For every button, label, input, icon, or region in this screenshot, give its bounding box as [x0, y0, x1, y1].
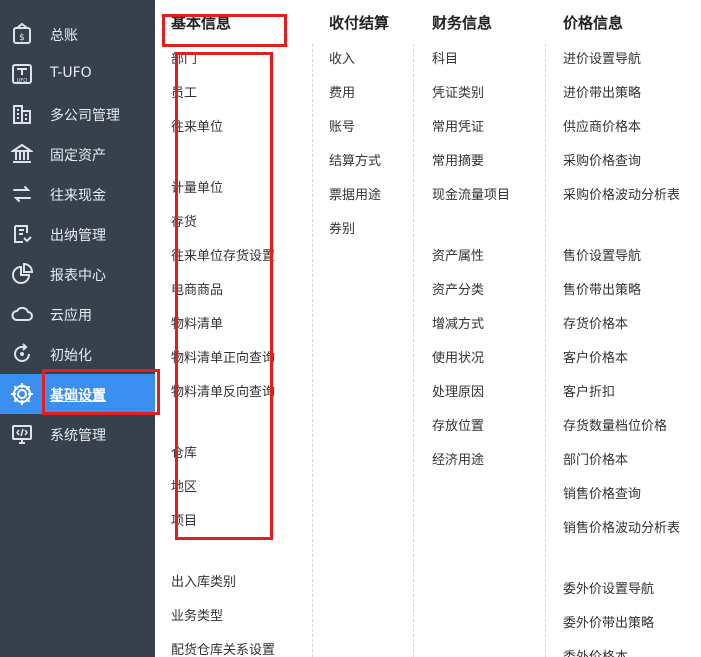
sidebar-item-label: 出纳管理: [50, 228, 106, 244]
sidebar-item-label: 多公司管理: [50, 108, 120, 124]
sidebar-nav: $ 总账 UFO T-UFO 多公司管理固定资产往来现金出纳管理报表中心云应用初始化基础…: [0, 0, 155, 657]
menu-link-price-info[interactable]: 供应商价格本: [563, 116, 641, 135]
sidebar-item-label: 云应用: [50, 308, 92, 324]
menu-link-basic-info[interactable]: 员工: [171, 82, 197, 101]
sidebar-item-label: 基础设置: [50, 388, 106, 404]
menu-link-basic-info[interactable]: 计量单位: [171, 177, 223, 196]
menu-link-basic-info[interactable]: 物料清单正向查询: [171, 347, 275, 366]
refresh-icon: [10, 342, 34, 366]
menu-link-financial-info[interactable]: 资产分类: [432, 279, 484, 298]
menu-link-price-info[interactable]: 进价设置导航: [563, 48, 641, 67]
menu-link-basic-info[interactable]: 出入库类别: [171, 571, 236, 590]
column-title-payment-settlement: 收付结算: [329, 14, 390, 32]
menu-link-payment-settlement[interactable]: 券别: [329, 218, 355, 237]
cashier-icon: [10, 222, 34, 246]
sidebar-item-label: 初始化: [50, 348, 92, 364]
bank-icon: [10, 142, 34, 166]
menu-link-financial-info[interactable]: 存放位置: [432, 415, 484, 434]
column-title-financial-info: 财务信息: [432, 14, 493, 32]
menu-link-price-info[interactable]: 售价设置导航: [563, 245, 641, 264]
menu-link-price-info[interactable]: 存货价格本: [563, 313, 628, 332]
column-divider: [312, 44, 313, 657]
menu-link-financial-info[interactable]: 处理原因: [432, 381, 484, 400]
menu-link-price-info[interactable]: 进价带出策略: [563, 82, 641, 101]
menu-link-financial-info[interactable]: 使用状况: [432, 347, 484, 366]
cloud-icon: [10, 302, 34, 326]
menu-link-basic-info[interactable]: 往来单位: [171, 116, 223, 135]
sidebar-item-label: 系统管理: [50, 428, 106, 444]
column-title-basic-info: 基本信息: [171, 14, 232, 32]
sidebar-item-label: T-UFO: [50, 65, 92, 81]
menu-link-basic-info[interactable]: 部门: [171, 48, 197, 67]
menu-link-basic-info[interactable]: 业务类型: [171, 605, 223, 624]
menu-link-financial-info[interactable]: 增减方式: [432, 313, 484, 332]
svg-text:$: $: [19, 33, 25, 43]
menu-link-basic-info[interactable]: 地区: [171, 476, 197, 495]
menu-link-price-info[interactable]: 存货数量档位价格: [563, 415, 667, 434]
sidebar-item-general-ledger[interactable]: $ 总账: [0, 14, 155, 54]
menu-link-basic-info[interactable]: 物料清单: [171, 313, 223, 332]
menu-link-price-info[interactable]: 客户折扣: [563, 381, 615, 400]
menu-link-basic-info[interactable]: 项目: [171, 510, 197, 529]
menu-link-basic-info[interactable]: 存货: [171, 211, 197, 230]
sidebar-item-t-ufo[interactable]: UFO T-UFO: [0, 54, 155, 94]
menu-link-price-info[interactable]: 销售价格查询: [563, 483, 641, 502]
sidebar-item-receivables-cash[interactable]: 往来现金: [0, 174, 155, 214]
menu-link-financial-info[interactable]: 常用摘要: [432, 150, 484, 169]
menu-link-basic-info[interactable]: 电商商品: [171, 279, 223, 298]
sidebar-item-label: 总账: [50, 28, 78, 44]
sidebar-item-system-management[interactable]: 系统管理: [0, 414, 155, 454]
menu-link-financial-info[interactable]: 科目: [432, 48, 458, 67]
menu-link-price-info[interactable]: 销售价格波动分析表: [563, 517, 680, 536]
sidebar-item-base-settings[interactable]: 基础设置: [0, 374, 155, 414]
menu-link-payment-settlement[interactable]: 费用: [329, 82, 355, 101]
menu-link-price-info[interactable]: 采购价格查询: [563, 150, 641, 169]
menu-link-financial-info[interactable]: 凭证类别: [432, 82, 484, 101]
menu-link-financial-info[interactable]: 现金流量项目: [432, 184, 510, 203]
sidebar-item-report-center[interactable]: 报表中心: [0, 254, 155, 294]
menu-link-basic-info[interactable]: 配货仓库关系设置: [171, 639, 275, 657]
menu-link-payment-settlement[interactable]: 账号: [329, 116, 355, 135]
sidebar-item-cloud-apps[interactable]: 云应用: [0, 294, 155, 334]
menu-link-financial-info[interactable]: 经济用途: [432, 449, 484, 468]
sidebar-item-label: 报表中心: [50, 268, 106, 284]
sidebar-item-multi-company[interactable]: 多公司管理: [0, 94, 155, 134]
menu-link-payment-settlement[interactable]: 票据用途: [329, 184, 381, 203]
menu-link-basic-info[interactable]: 仓库: [171, 442, 197, 461]
menu-link-financial-info[interactable]: 常用凭证: [432, 116, 484, 135]
menu-link-price-info[interactable]: 采购价格波动分析表: [563, 184, 680, 203]
menu-link-price-info[interactable]: 部门价格本: [563, 449, 628, 468]
base-settings-menu: 基本信息部门员工往来单位计量单位存货往来单位存货设置 电商商品物料清单物料清单正向…: [155, 0, 701, 657]
sidebar-item-fixed-assets[interactable]: 固定资产: [0, 134, 155, 174]
sidebar-item-cashier[interactable]: 出纳管理: [0, 214, 155, 254]
column-title-price-info: 价格信息: [563, 14, 624, 32]
sidebar-item-label: 往来现金: [50, 188, 106, 204]
menu-link-price-info[interactable]: 委外价格本: [563, 646, 628, 657]
menu-link-payment-settlement[interactable]: 结算方式: [329, 150, 381, 169]
pie-chart-icon: [10, 262, 34, 286]
column-divider: [413, 44, 414, 657]
menu-link-payment-settlement[interactable]: 收入: [329, 48, 355, 67]
menu-link-basic-info[interactable]: 往来单位存货设置: [171, 245, 275, 264]
building-icon: [10, 102, 34, 126]
menu-link-price-info[interactable]: 委外价带出策略: [563, 612, 654, 631]
menu-link-price-info[interactable]: 客户价格本: [563, 347, 628, 366]
svg-text:UFO: UFO: [17, 78, 28, 84]
settings-gear-icon: [10, 382, 34, 406]
column-divider: [545, 44, 546, 657]
menu-link-financial-info[interactable]: 资产属性: [432, 245, 484, 264]
menu-link-price-info[interactable]: 售价带出策略: [563, 279, 641, 298]
sidebar-item-label: 固定资产: [50, 148, 106, 164]
exchange-icon: [10, 182, 34, 206]
menu-link-basic-info[interactable]: 物料清单反向查询: [171, 381, 275, 400]
menu-link-price-info[interactable]: 委外价设置导航: [563, 578, 654, 597]
sidebar-item-initialization[interactable]: 初始化: [0, 334, 155, 374]
monitor-code-icon: [10, 422, 34, 446]
ufo-icon: UFO: [10, 62, 34, 86]
ledger-icon: $: [10, 22, 34, 46]
